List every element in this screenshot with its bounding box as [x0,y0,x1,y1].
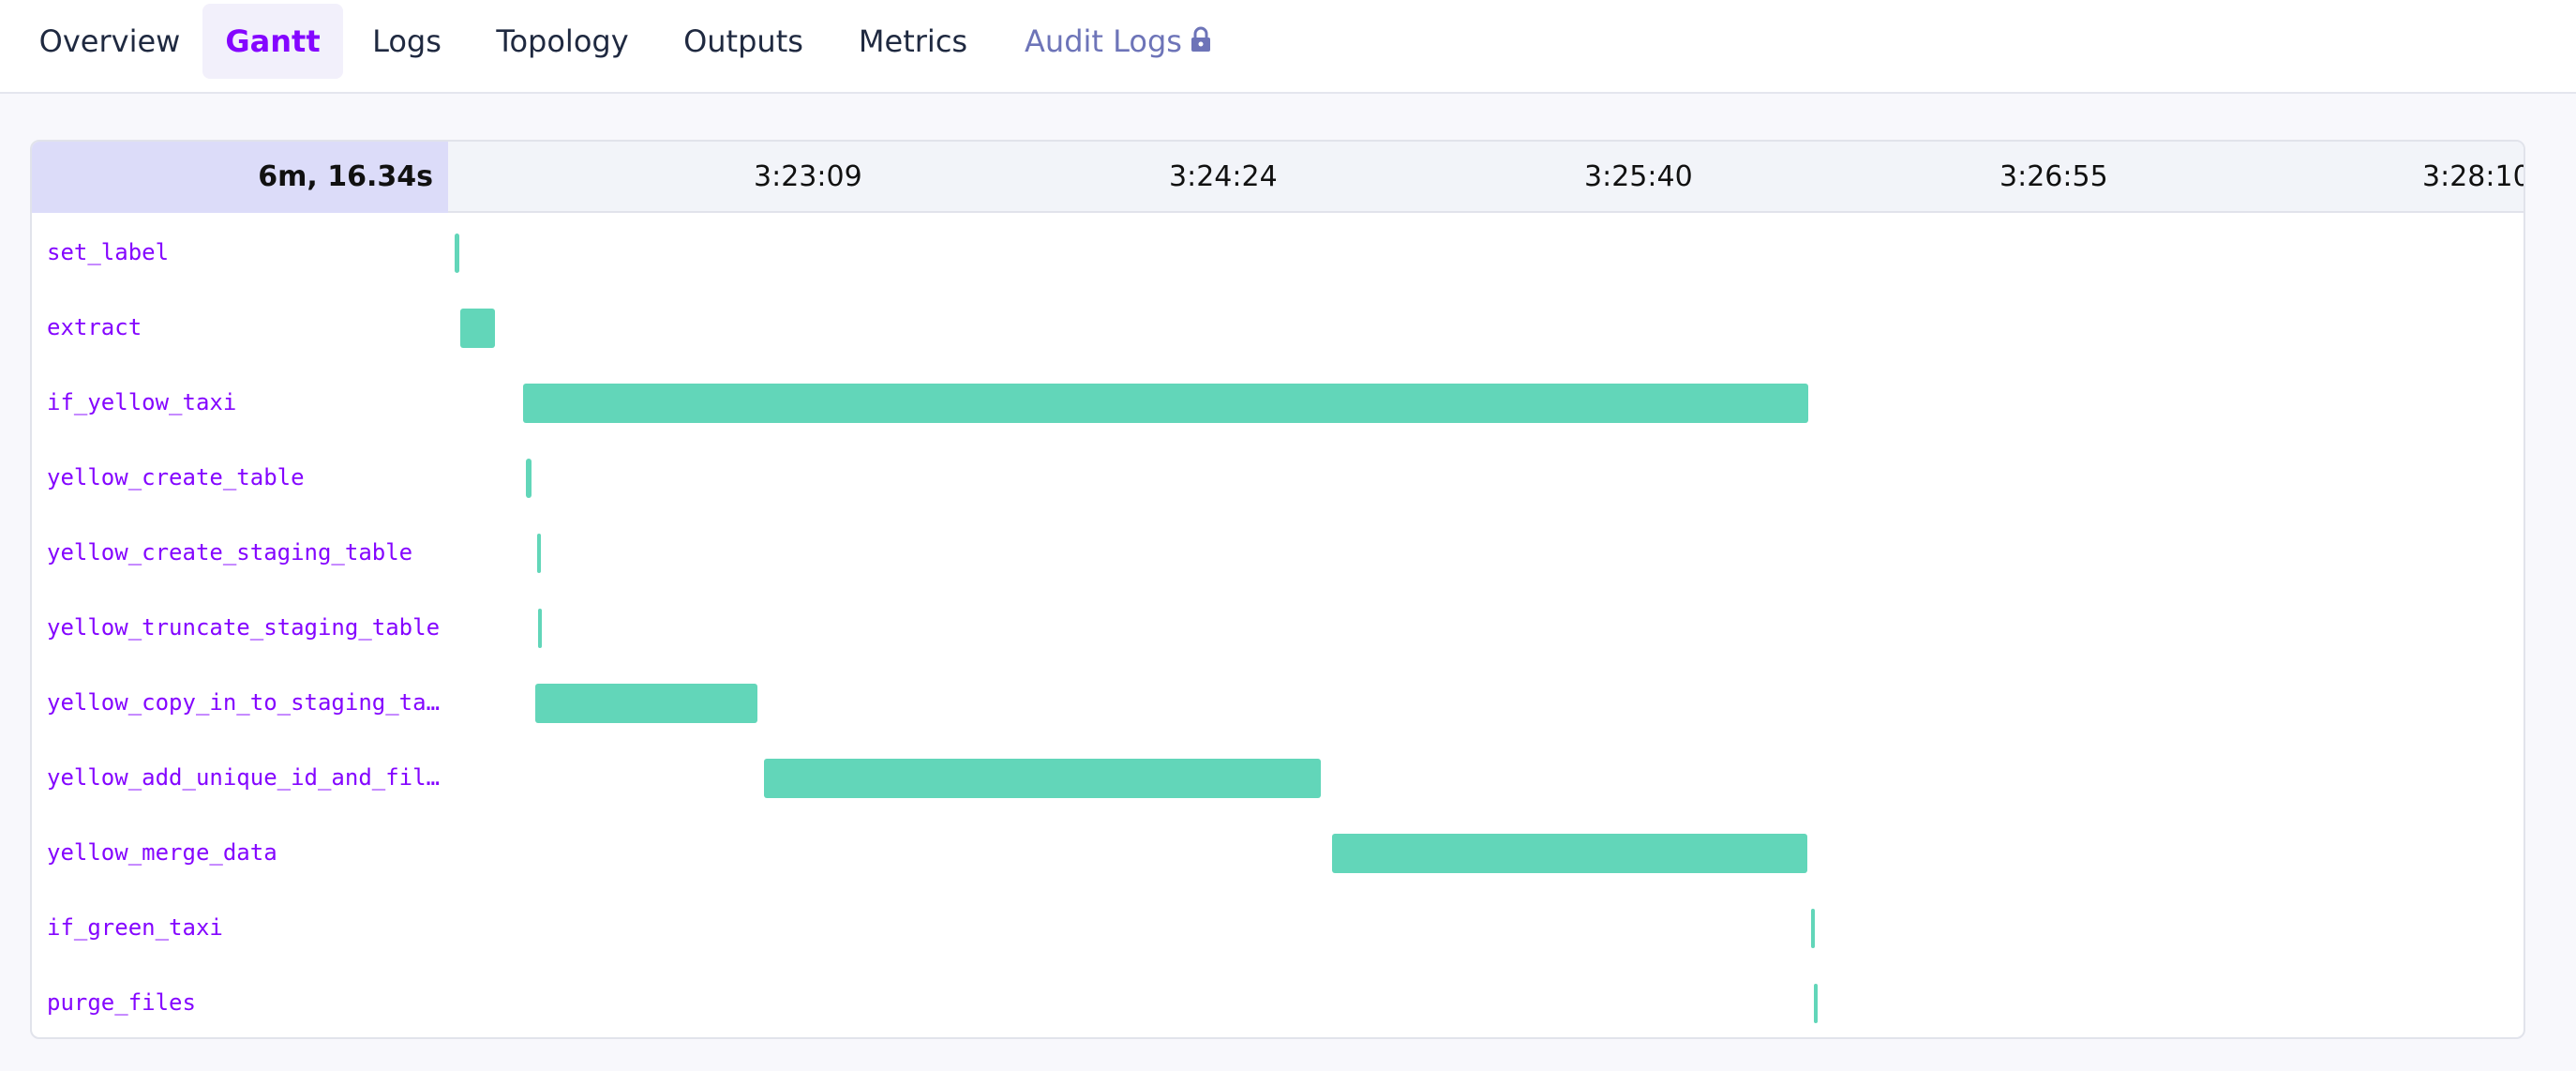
task-name[interactable]: purge_files [47,965,459,1037]
task-bar[interactable] [1813,984,1818,1023]
task-bar[interactable] [454,234,459,273]
tab-bar: Overview Gantt Logs Topology Outputs Met… [0,0,2576,94]
task-name[interactable]: if_green_taxi [47,890,459,965]
task-bar[interactable] [537,534,542,573]
time-tick: 3:23:09 [754,160,862,193]
task-name[interactable]: yellow_truncate_staging_table [47,590,459,665]
time-tick: 3:25:40 [1584,160,1693,193]
task-row: if_green_taxi [32,890,2524,965]
task-row: extract [32,290,2524,365]
tab-metrics[interactable]: Metrics [847,4,979,79]
task-name[interactable]: if_yellow_taxi [47,365,459,440]
task-bar[interactable] [525,459,532,498]
task-row: if_yellow_taxi [32,365,2524,440]
tab-audit-logs-label: Audit Logs [1025,23,1182,59]
task-bar[interactable] [535,684,758,723]
task-row: set_label [32,215,2524,290]
tab-overview[interactable]: Overview [24,4,195,79]
tab-outputs[interactable]: Outputs [675,4,812,79]
task-name[interactable]: yellow_merge_data [47,815,459,890]
time-tick: 3:28:10 [2422,160,2525,193]
tab-audit-logs[interactable]: Audit Logs [1020,4,1217,79]
task-row: yellow_create_staging_table [32,515,2524,590]
task-bar[interactable] [523,384,1809,423]
task-row: yellow_create_table [32,440,2524,515]
task-row: purge_files [32,965,2524,1037]
task-bar[interactable] [763,759,1322,798]
task-name[interactable]: yellow_add_unique_id_and_fil… [47,740,459,815]
task-row: yellow_add_unique_id_and_fil… [32,740,2524,815]
gantt-chart: 6m, 16.34s 3:23:09 3:24:24 3:25:40 3:26:… [30,140,2525,1039]
task-name[interactable]: yellow_create_staging_table [47,515,459,590]
task-row: yellow_copy_in_to_staging_ta… [32,665,2524,740]
task-row: yellow_truncate_staging_table [32,590,2524,665]
time-tick: 3:26:55 [1999,160,2108,193]
lock-icon [1191,26,1210,52]
task-bar[interactable] [537,609,542,648]
task-name[interactable]: yellow_create_table [47,440,459,515]
task-bar[interactable] [1811,909,1816,948]
task-row: yellow_merge_data [32,815,2524,890]
total-duration: 6m, 16.34s [32,142,448,213]
task-name[interactable]: extract [47,290,459,365]
time-tick: 3:24:24 [1169,160,1278,193]
tab-topology[interactable]: Topology [487,4,637,79]
tab-gantt[interactable]: Gantt [202,4,343,79]
task-bar[interactable] [460,309,496,348]
task-name[interactable]: yellow_copy_in_to_staging_ta… [47,665,459,740]
task-name[interactable]: set_label [47,215,459,290]
tab-logs[interactable]: Logs [360,4,454,79]
gantt-header: 6m, 16.34s 3:23:09 3:24:24 3:25:40 3:26:… [32,142,2524,213]
task-bar[interactable] [1331,834,1807,873]
